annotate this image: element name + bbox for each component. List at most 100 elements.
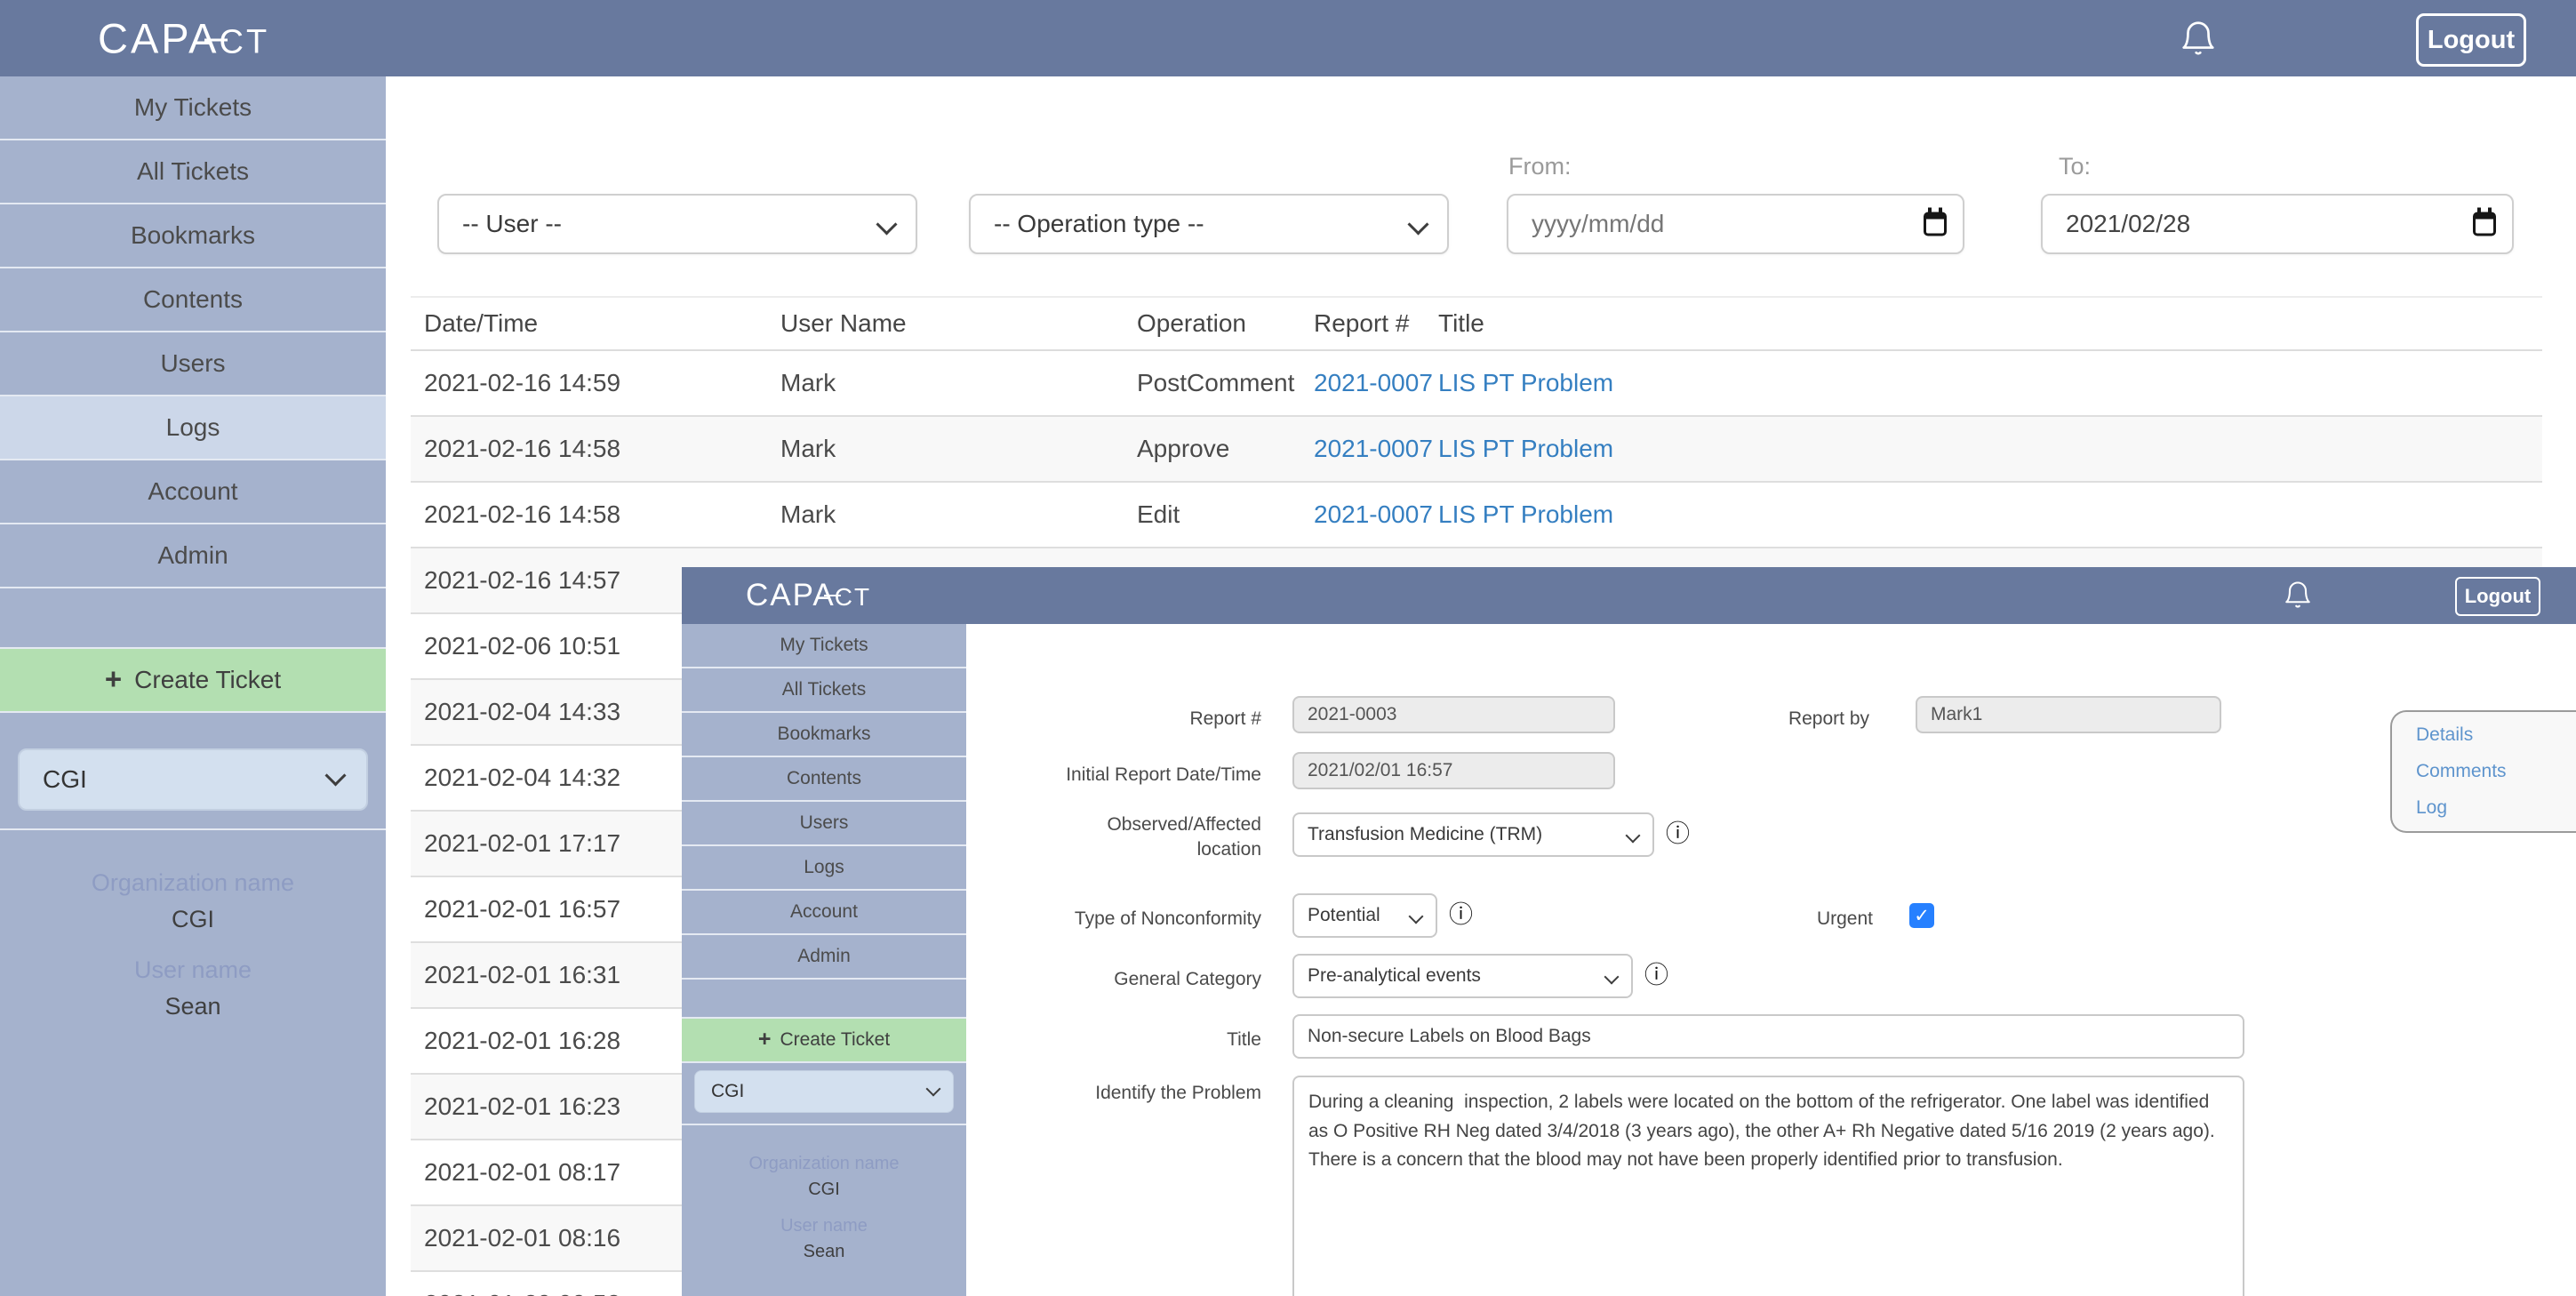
user-filter-select[interactable]: -- User -- [437,194,917,254]
col-datetime: Date/Time [424,309,780,338]
sidebar-item-users[interactable]: Users [0,332,386,396]
observed-location-select[interactable]: Transfusion Medicine (TRM) [1292,812,1654,857]
sidebar-item-my-tickets[interactable]: My Tickets [0,76,386,140]
create-ticket-button[interactable]: + Create Ticket [0,649,386,713]
plus-icon: + [105,662,122,696]
calendar-icon[interactable] [2473,212,2496,236]
sidebar-item-account[interactable]: Account [0,460,386,524]
nonconformity-type-value: Potential [1308,905,1380,926]
sidebar-item-logs[interactable]: Logs [0,396,386,460]
from-date-wrap [1507,194,1964,254]
organization-select-value: CGI [711,1081,744,1102]
urgent-checkbox[interactable] [1909,903,1934,928]
identify-problem-label: Identify the Problem [966,1081,1261,1106]
from-date-label: From: [1508,153,1572,180]
create-ticket-label: Create Ticket [780,1029,890,1051]
nonconformity-type-select[interactable]: Potential [1292,893,1437,938]
cell-title: LIS PT Problem [1438,369,2542,397]
sidebar-item-logs[interactable]: Logs [682,846,966,891]
sidebar-items: My TicketsAll TicketsBookmarksContentsUs… [682,624,966,980]
cell-datetime: 2021-02-16 14:58 [424,500,780,529]
main-sidebar: My TicketsAll TicketsBookmarksContentsUs… [0,76,386,1296]
logo-dash [824,595,841,597]
ticket-title-link[interactable]: LIS PT Problem [1438,500,1613,528]
to-date-input[interactable] [2041,194,2514,254]
panel-link-comments[interactable]: Comments [2416,761,2576,782]
logo-ct-text: CT [835,583,871,611]
info-icon[interactable]: ⓘ [1666,822,1690,846]
panel-link-log[interactable]: Log [2416,797,2576,819]
chevron-down-icon [1604,970,1620,985]
create-ticket-label: Create Ticket [134,666,281,694]
sidebar-item-contents[interactable]: Contents [682,757,966,802]
info-icon[interactable]: ⓘ [1449,903,1473,927]
ticket-title-link[interactable]: LIS PT Problem [1438,435,1613,462]
chevron-down-icon [1626,828,1641,844]
general-category-label: General Category [966,967,1261,992]
org-select-row: CGI [0,713,386,830]
create-ticket-button[interactable]: + Create Ticket [682,1019,966,1063]
ticket-title-link[interactable]: LIS PT Problem [1438,369,1613,396]
operation-type-filter-value: -- Operation type -- [994,210,1204,238]
cell-datetime: 2021-02-16 14:58 [424,435,780,463]
sidebar-item-contents[interactable]: Contents [0,268,386,332]
logo-dash [204,39,228,42]
to-date-label: To: [2059,153,2091,180]
ticket-detail-window: CAPACT Logout My TicketsAll TicketsBookm… [682,567,2576,1296]
organization-name-label: Organization name [682,1154,966,1174]
quick-nav-panel: Details Comments Log [2390,710,2576,833]
sidebar-meta: Organization name CGI User name Sean [682,1125,966,1262]
cell-report: 2021-0007 [1314,500,1438,529]
panel-link-details[interactable]: Details [2416,724,2576,746]
notifications-bell-icon[interactable] [2282,579,2314,611]
user-name-label: User name [682,1216,966,1236]
sidebar-item-bookmarks[interactable]: Bookmarks [0,204,386,268]
cell-report: 2021-0007 [1314,435,1438,463]
sidebar-item-bookmarks[interactable]: Bookmarks [682,713,966,757]
organization-select[interactable]: CGI [18,748,368,811]
general-category-select[interactable]: Pre-analytical events [1292,954,1633,998]
sidebar-item-admin[interactable]: Admin [0,524,386,588]
logo-ct-text: CT [220,24,270,61]
table-row: 2021-02-16 14:58MarkApprove2021-0007LIS … [411,417,2542,483]
general-category-value: Pre-analytical events [1308,965,1481,987]
report-link[interactable]: 2021-0007 [1314,500,1433,528]
notifications-bell-icon[interactable] [2178,18,2219,59]
sidebar-item-all-tickets[interactable]: All Tickets [0,140,386,204]
report-link[interactable]: 2021-0007 [1314,435,1433,462]
report-link[interactable]: 2021-0007 [1314,369,1433,396]
ticket-title-input[interactable] [1292,1014,2244,1059]
organization-select-value: CGI [43,765,87,794]
table-row: 2021-02-16 14:58MarkEdit2021-0007LIS PT … [411,483,2542,548]
cell-username: Mark [780,500,1137,529]
organization-name-value: CGI [682,1180,966,1200]
sidebar-item-users[interactable]: Users [682,802,966,846]
cell-datetime: 2021-02-16 14:59 [424,369,780,397]
identify-problem-textarea[interactable]: During a cleaning inspection, 2 labels w… [1292,1076,2244,1296]
cell-operation: Edit [1137,500,1314,529]
sidebar-item-my-tickets[interactable]: My Tickets [682,624,966,668]
sidebar-item-account[interactable]: Account [682,891,966,935]
sidebar-meta: Organization name CGI User name Sean [0,830,386,1020]
sidebar-item-admin[interactable]: Admin [682,935,966,980]
sidebar-spacer [682,980,966,1019]
ticket-form: Report # 2021-0003 Report by Mark1 Initi… [966,624,2576,1296]
operation-type-filter-select[interactable]: -- Operation type -- [969,194,1449,254]
screen: CAPACT Logout My TicketsAll TicketsBookm… [0,0,2576,1296]
observed-location-label: Observed/Affected location [1084,812,1261,863]
main-topbar: CAPACT Logout [0,0,2576,76]
cell-username: Mark [780,435,1137,463]
col-username: User Name [780,309,1137,338]
calendar-icon[interactable] [1924,212,1947,236]
logout-button[interactable]: Logout [2416,13,2526,67]
logo-text: CAPA [98,15,220,62]
report-by-label: Report by [1722,707,1869,732]
info-icon[interactable]: ⓘ [1644,964,1668,988]
from-date-input[interactable] [1507,194,1964,254]
logout-button[interactable]: Logout [2455,577,2540,616]
chevron-down-icon [1409,909,1424,924]
app-logo: CAPACT [98,14,269,63]
sidebar-item-all-tickets[interactable]: All Tickets [682,668,966,713]
overlay-sidebar: My TicketsAll TicketsBookmarksContentsUs… [682,624,966,1296]
organization-select[interactable]: CGI [694,1070,954,1113]
